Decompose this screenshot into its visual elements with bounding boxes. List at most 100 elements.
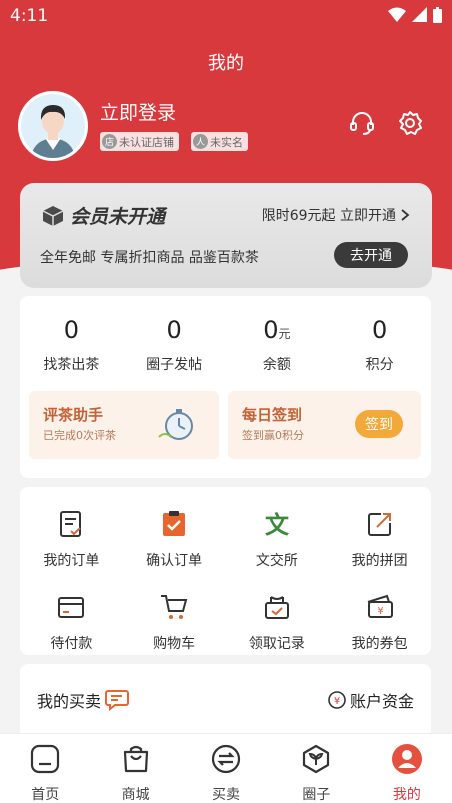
order-list-icon [60,511,82,537]
cube-icon [42,205,64,226]
menu-pending-payment[interactable]: 待付款 [20,592,123,653]
tab-label: 买卖 [212,787,241,803]
menu-label: 领取记录 [248,636,305,652]
profile-icon [391,744,422,774]
battery-icon [433,7,442,23]
stat-points[interactable]: 0 积分 [328,316,431,374]
yen-coin-icon: ¥ [328,691,346,709]
stopwatch-icon [158,409,193,440]
profile-badges: 店 未认证店铺 人 未实名 [100,132,248,151]
vip-title: 会员未开通 [42,202,165,229]
account-funds-link[interactable]: ¥ 账户资金 [328,688,414,712]
exchange-wen-icon: 文 [265,511,290,539]
menu-label: 我的订单 [43,553,100,569]
stats-row: 0 找茶出茶 0 圈子发帖 0元 余额 0 积分 [20,316,431,374]
menu-group-buy[interactable]: 我的拼团 [328,509,431,570]
tab-label: 首页 [31,787,60,803]
group-buy-icon [367,513,391,536]
stats-card: 0 找茶出茶 0 圈子发帖 0元 余额 0 积分 评茶助手 已完成0次评茶 每日… [20,296,431,478]
menu-label: 购物车 [153,636,196,652]
vip-description: 全年免邮 专属折扣商品 品鉴百款茶 [40,250,259,266]
menu-coupons[interactable]: ¥ 我的券包 [328,592,431,653]
stat-find-tea[interactable]: 0 找茶出茶 [20,316,123,374]
stat-label: 积分 [365,357,394,373]
review-title: 评茶助手 [43,406,104,424]
gift-box-icon [264,596,289,619]
bottom-tab-bar: 首页 商城 买卖 圈子 我的 [0,733,452,803]
menu-confirm-order[interactable]: 确认订单 [123,509,226,570]
review-subtitle: 已完成0次评茶 [43,429,116,442]
trade-title: 我的买卖 [37,692,102,711]
tab-label: 圈子 [302,787,331,803]
menu-claim-records[interactable]: 领取记录 [226,592,329,653]
trade-card: 我的买卖 ¥ 账户资金 [20,664,431,744]
store-icon: 店 [102,134,117,149]
menu-label: 待付款 [50,636,93,652]
stat-posts[interactable]: 0 圈子发帖 [123,316,226,374]
stat-value: 0元 [263,316,291,344]
shop-bag-icon [123,745,148,773]
realname-badge[interactable]: 人 未实名 [191,132,248,151]
stat-label: 余额 [262,357,291,373]
account-funds-label: 账户资金 [349,692,414,711]
person-icon: 人 [193,134,208,149]
trade-icon [211,744,241,774]
status-time: 4:11 [10,6,49,26]
vip-open-button[interactable]: 去开通 [334,242,408,268]
chat-bubble-icon [105,690,130,711]
vip-title-text: 会员未开通 [70,206,166,228]
signin-title: 每日签到 [242,406,303,424]
signin-button[interactable]: 签到 [355,410,403,438]
vip-open-link[interactable]: 限时69元起 立即开通 [262,205,410,225]
stat-value: 0 [63,316,80,344]
store-verify-label: 未认证店铺 [119,135,174,149]
home-icon [31,744,60,774]
my-trade-section[interactable]: 我的买卖 [37,688,130,712]
svg-text:¥: ¥ [334,696,340,707]
tab-label: 商城 [121,787,150,803]
avatar-image [21,94,85,158]
daily-signin-card: 每日签到 签到赢0积分 签到 [228,391,421,459]
signal-icon [412,7,427,22]
circle-leaf-icon [303,744,330,774]
svg-text:文: 文 [265,511,290,539]
status-icons [388,7,442,23]
wifi-icon [388,7,406,22]
vip-open-text: 限时69元起 立即开通 [261,208,396,224]
stat-label: 找茶出茶 [43,357,100,373]
menu-label: 文交所 [255,553,298,569]
realname-label: 未实名 [210,135,243,149]
avatar[interactable] [18,91,88,161]
svg-text:¥: ¥ [377,606,383,617]
menu-exchange[interactable]: 文 文交所 [226,509,329,570]
tab-shop[interactable]: 商城 [90,734,180,803]
store-verify-badge[interactable]: 店 未认证店铺 [100,132,179,151]
stat-balance[interactable]: 0元 余额 [226,316,329,374]
confirm-order-icon [163,511,186,536]
signin-subtitle: 签到赢0积分 [242,429,304,442]
stat-value: 0 [371,316,388,344]
stat-value: 0 [166,316,182,344]
chevron-right-icon [401,209,410,221]
review-assistant-card[interactable]: 评茶助手 已完成0次评茶 [29,391,219,459]
tab-label: 我的 [392,787,421,803]
tab-circle[interactable]: 圈子 [271,734,361,803]
customer-service-icon[interactable] [348,109,376,137]
cart-icon [161,595,188,619]
stat-label: 圈子发帖 [146,357,203,373]
tab-trade[interactable]: 买卖 [181,734,271,803]
page-title: 我的 [208,53,244,74]
menu-my-orders[interactable]: 我的订单 [20,509,123,570]
tab-profile[interactable]: 我的 [362,734,452,803]
login-link[interactable]: 立即登录 [100,98,176,125]
menu-card: 我的订单 确认订单 文 文交所 我的拼团 待付款 购物车 领取记录 ¥ 我的券包 [20,487,431,655]
menu-grid: 我的订单 确认订单 文 文交所 我的拼团 待付款 购物车 领取记录 ¥ 我的券包 [20,509,431,653]
menu-cart[interactable]: 购物车 [123,592,226,653]
status-bar: 4:11 [0,0,452,32]
coupon-icon: ¥ [367,594,393,618]
vip-card[interactable]: 会员未开通 限时69元起 立即开通 全年免邮 专属折扣商品 品鉴百款茶 去开通 [20,183,432,288]
menu-label: 确认订单 [146,553,203,569]
wallet-icon [58,597,85,618]
tab-home[interactable]: 首页 [0,734,90,803]
settings-gear-icon[interactable] [396,109,424,137]
